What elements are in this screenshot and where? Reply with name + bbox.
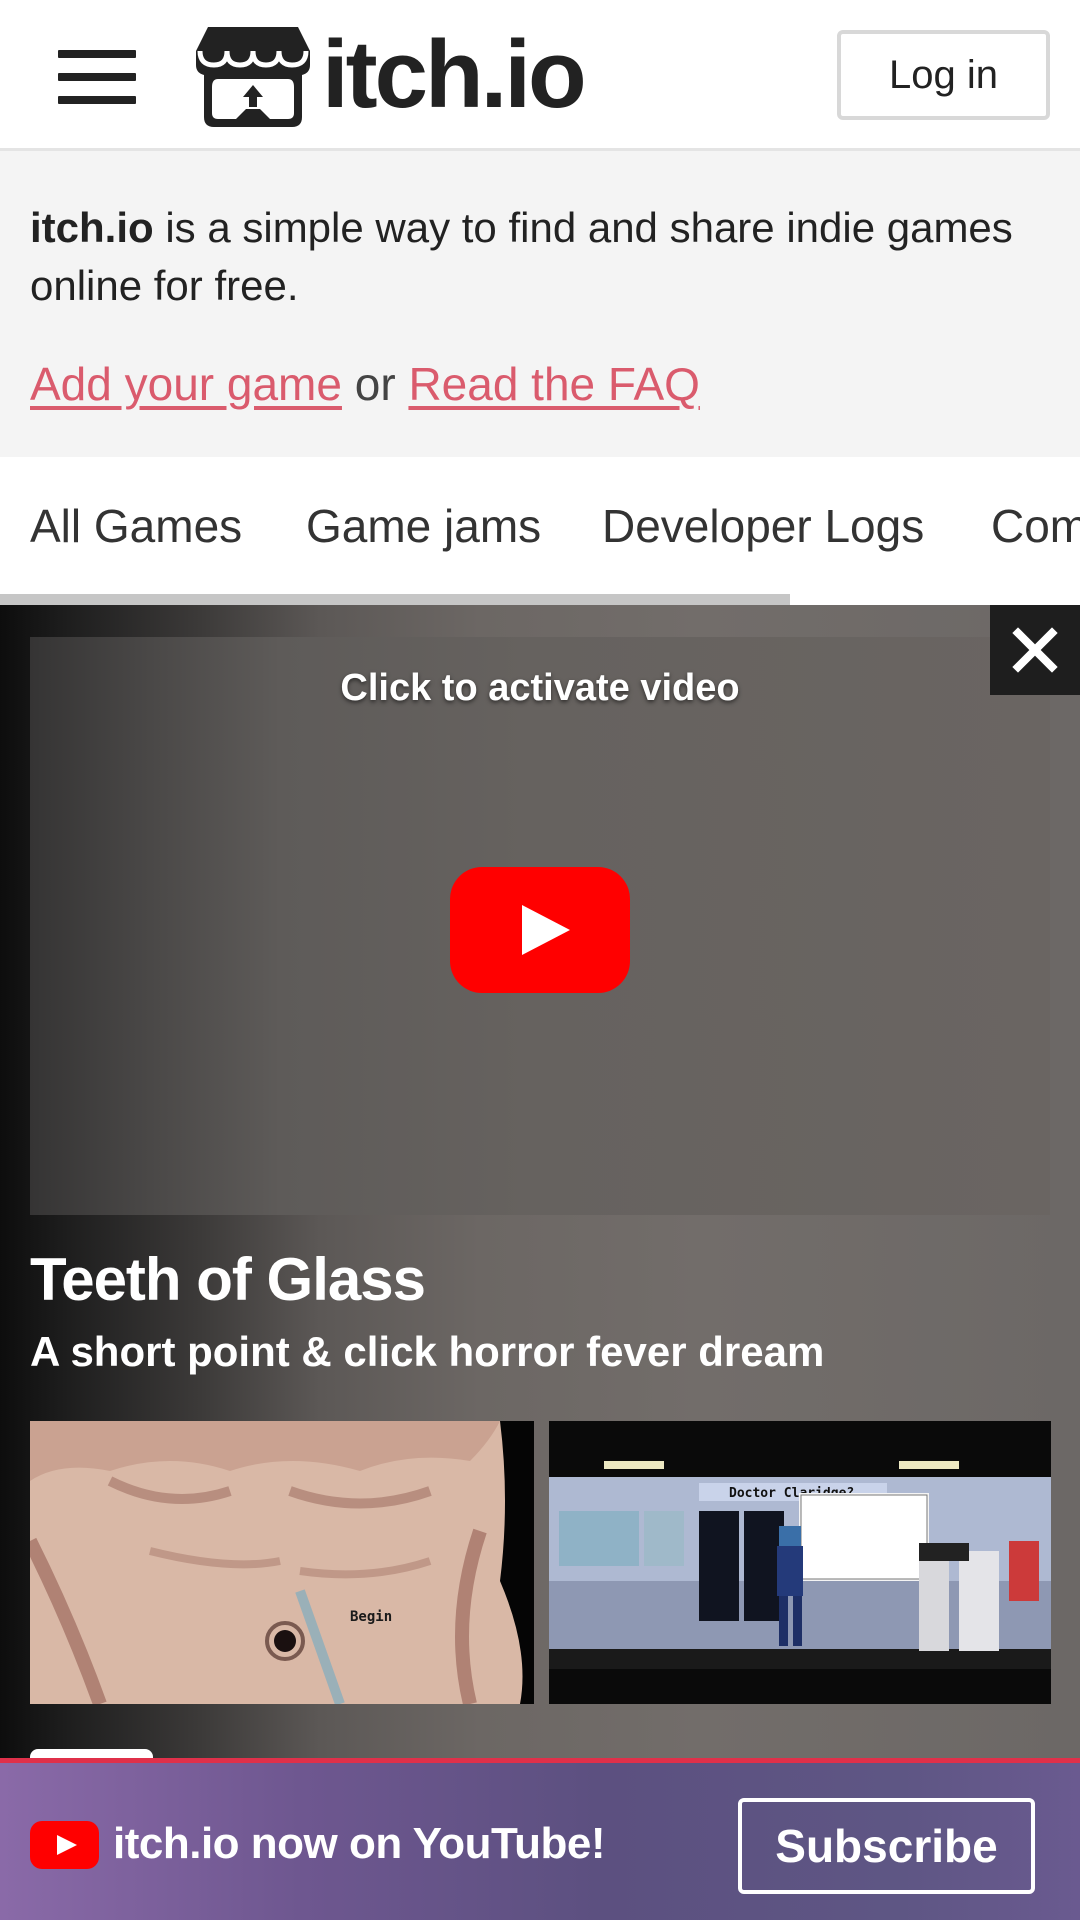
- intro-section: itch.io is a simple way to find and shar…: [0, 151, 1080, 457]
- intro-description: itch.io is a simple way to find and shar…: [30, 199, 1030, 315]
- youtube-icon: [30, 1821, 99, 1869]
- intro-brand: itch.io: [30, 204, 154, 251]
- logo-text: itch.io: [322, 21, 587, 128]
- screenshot-1-label: Begin: [350, 1609, 392, 1625]
- add-game-link[interactable]: Add your game: [30, 358, 342, 410]
- site-header: itch.io Log in: [0, 0, 1080, 151]
- screenshot-1[interactable]: Begin: [30, 1421, 534, 1704]
- category-tabs[interactable]: All Games Game jams Developer Logs Com: [0, 457, 1080, 605]
- tab-community[interactable]: Com: [991, 499, 1080, 553]
- itchio-store-icon: [196, 27, 310, 127]
- site-logo[interactable]: itch.io: [194, 20, 587, 130]
- video-caption: Click to activate video: [340, 667, 740, 709]
- tabs-scrollbar-thumb[interactable]: [0, 594, 790, 605]
- intro-links: Add your game or Read the FAQ: [30, 355, 1050, 413]
- featured-game: Click to activate video Teeth of Glass A…: [0, 605, 1080, 1920]
- subscribe-button[interactable]: Subscribe: [738, 1798, 1035, 1894]
- or-text: or: [341, 358, 409, 410]
- game-tagline: A short point & click horror fever dream: [30, 1328, 825, 1375]
- youtube-banner: itch.io now on YouTube! Subscribe: [0, 1758, 1080, 1920]
- youtube-play-icon[interactable]: [450, 867, 630, 993]
- hamburger-menu-icon[interactable]: [58, 50, 136, 104]
- login-button[interactable]: Log in: [837, 30, 1050, 120]
- tab-developer-logs[interactable]: Developer Logs: [602, 499, 924, 553]
- youtube-banner-text: itch.io now on YouTube!: [113, 1819, 606, 1868]
- close-icon[interactable]: [990, 605, 1080, 695]
- tab-game-jams[interactable]: Game jams: [306, 499, 541, 553]
- tabs-scrollbar[interactable]: [0, 594, 1080, 605]
- faq-link[interactable]: Read the FAQ: [408, 358, 700, 410]
- video-player[interactable]: Click to activate video: [30, 637, 1050, 1215]
- game-title[interactable]: Teeth of Glass: [30, 1245, 426, 1314]
- intro-description-text: is a simple way to find and share indie …: [30, 204, 1013, 309]
- screenshot-2[interactable]: Doctor Claridge?: [549, 1421, 1051, 1704]
- tab-all-games[interactable]: All Games: [30, 499, 242, 553]
